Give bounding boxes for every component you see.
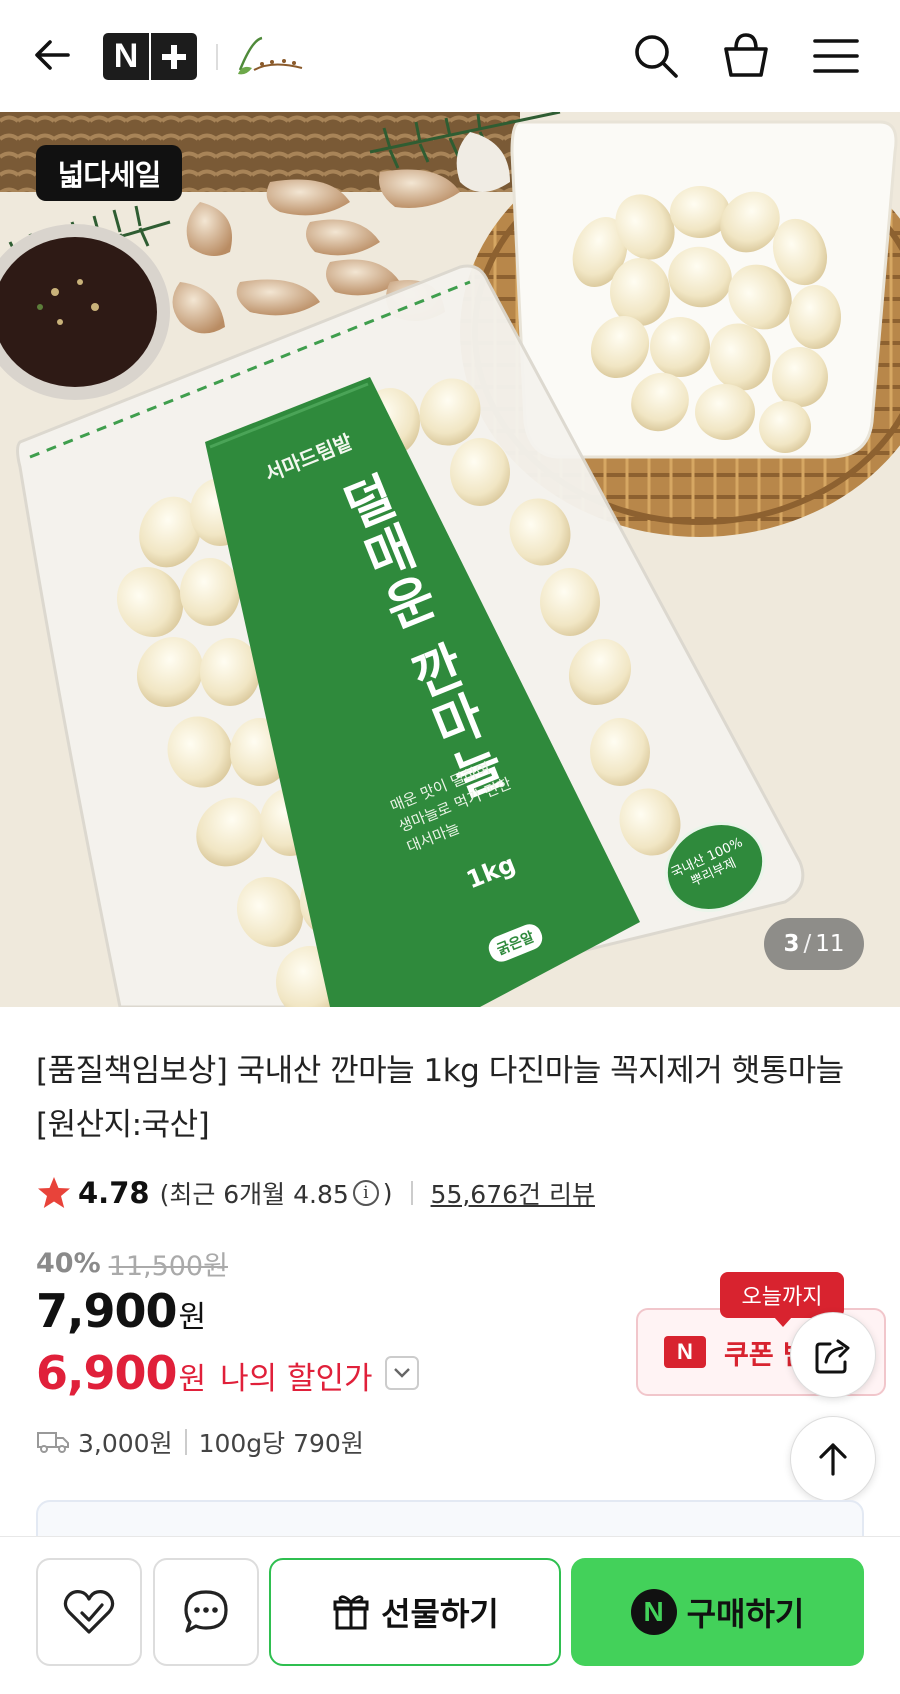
coupon-deadline-tag: 오늘까지 (720, 1272, 844, 1327)
product-photo (0, 112, 900, 1007)
search-icon (635, 35, 678, 78)
shipping-fee: 3,000원 (78, 1429, 173, 1458)
sale-badge: 넓다세일 (36, 145, 182, 201)
share-icon (815, 1339, 850, 1374)
original-price: 11,500원 (108, 1251, 228, 1282)
review-count-link[interactable]: 55,676건 리뷰 (431, 1175, 595, 1211)
shipping-row: 3,000원 100g당 790원 (36, 1422, 364, 1462)
truck-icon (37, 1432, 69, 1453)
back-button[interactable] (30, 32, 76, 78)
like-button[interactable] (36, 1558, 142, 1666)
image-counter: 3 / 11 (764, 918, 864, 970)
menu-button[interactable] (810, 30, 862, 82)
cart-button[interactable] (720, 30, 772, 82)
rating-row: 4.78 (최근 6개월 4.85 i ) 55,676건 리뷰 (36, 1172, 595, 1214)
discount-percent: 40% (36, 1248, 101, 1279)
my-discount-price: 6,900 원 나의 할인가 (36, 1346, 419, 1400)
arrow-up-icon (819, 1443, 847, 1476)
discount-row: 40% 11,500원 (36, 1244, 228, 1283)
product-image[interactable]: 서마드팀밭 덜매운 깐마늘 매운 맛이 덜하여 생마늘로 먹기 편한 대서마늘 … (0, 112, 900, 1007)
top-header: N (0, 0, 900, 112)
buy-button[interactable]: N 구매하기 (571, 1558, 864, 1666)
plus-icon (151, 42, 197, 72)
scroll-top-button[interactable] (790, 1416, 876, 1502)
naver-pay-logo: N (630, 1589, 677, 1635)
heart-icon (63, 1590, 115, 1634)
product-title: [품질책임보상] 국내산 깐마늘 1kg 다진마늘 꼭지제거 햇통마늘 [원산지… (36, 1053, 844, 1143)
recent-rating: (최근 6개월 4.85 (159, 1180, 349, 1209)
naver-plus-logo[interactable]: N (103, 33, 197, 80)
talk-button[interactable] (153, 1558, 259, 1666)
search-button[interactable] (630, 30, 682, 82)
price-detail-toggle[interactable] (384, 1356, 419, 1390)
gift-button[interactable]: 선물하기 (269, 1558, 561, 1666)
rating-score: 4.78 (78, 1176, 150, 1210)
star-icon (38, 1177, 70, 1208)
store-logo[interactable] (232, 30, 312, 82)
unit-price: 100g당 790원 (198, 1429, 364, 1458)
gift-icon (333, 1595, 369, 1630)
sale-price: 7,900 원 (36, 1284, 207, 1338)
chat-icon (184, 1590, 228, 1633)
chevron-down-icon (393, 1368, 410, 1378)
cart-icon (724, 33, 768, 77)
share-button[interactable] (790, 1312, 876, 1398)
back-arrow-icon (35, 40, 70, 70)
naver-n-logo: N (664, 1336, 706, 1368)
info-icon[interactable]: i (352, 1180, 379, 1206)
menu-icon (813, 39, 859, 73)
